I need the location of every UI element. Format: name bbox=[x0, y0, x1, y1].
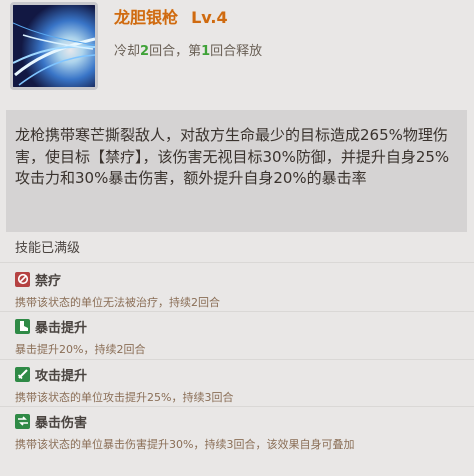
cooldown-prefix: 冷却 bbox=[114, 44, 141, 59]
status-name: 禁疗 bbox=[35, 273, 62, 289]
cooldown-mid: 回合，第 bbox=[149, 44, 202, 59]
divider bbox=[0, 262, 474, 263]
divider bbox=[0, 311, 474, 312]
no-heal-icon bbox=[15, 271, 30, 287]
skill-name: 龙胆银枪 bbox=[114, 8, 179, 27]
spear-slash-icon bbox=[10, 2, 98, 90]
cooldown-info: 冷却2回合，第1回合释放 bbox=[114, 40, 262, 59]
cooldown-value: 2 bbox=[140, 44, 150, 59]
status-name: 暴击伤害 bbox=[35, 415, 88, 431]
divider bbox=[0, 406, 474, 407]
boot-icon bbox=[15, 318, 30, 334]
sword-icon bbox=[15, 366, 30, 382]
status-name: 暴击提升 bbox=[35, 320, 88, 336]
skill-level: Lv.4 bbox=[191, 8, 228, 27]
status-description: 暴击提升20%，持续2回合 bbox=[15, 343, 146, 356]
skill-maxed-label: 技能已满级 bbox=[15, 241, 81, 256]
status-description: 携带该状态的单位暴击伤害提升30%，持续3回合，该效果自身可叠加 bbox=[15, 438, 355, 451]
status-crit-damage-up: 暴击伤害 携带该状态的单位暴击伤害提升30%，持续3回合，该效果自身可叠加 bbox=[15, 412, 354, 452]
status-description: 携带该状态的单位攻击提升25%，持续3回合 bbox=[15, 391, 234, 404]
release-round-value: 1 bbox=[201, 44, 211, 59]
status-description: 携带该状态的单位无法被治疗，持续2回合 bbox=[15, 296, 220, 309]
divider bbox=[0, 359, 474, 360]
status-crit-rate-up: 暴击提升 暴击提升20%，持续2回合 bbox=[15, 317, 145, 357]
cooldown-suffix: 回合释放 bbox=[210, 44, 263, 59]
status-attack-up: 攻击提升 携带该状态的单位攻击提升25%，持续3回合 bbox=[15, 365, 233, 405]
skill-title: 龙胆银枪 Lv.4 bbox=[114, 4, 228, 28]
skill-description: 龙枪携带寒芒撕裂敌人，对敌方生命最少的目标造成265%物理伤害，使目标【禁疗】，… bbox=[15, 126, 450, 187]
skill-description-box: 龙枪携带寒芒撕裂敌人，对敌方生命最少的目标造成265%物理伤害，使目标【禁疗】，… bbox=[6, 110, 467, 232]
crit-damage-icon bbox=[15, 413, 30, 429]
status-name: 攻击提升 bbox=[35, 368, 88, 384]
status-no-heal: 禁疗 携带该状态的单位无法被治疗，持续2回合 bbox=[15, 270, 220, 310]
